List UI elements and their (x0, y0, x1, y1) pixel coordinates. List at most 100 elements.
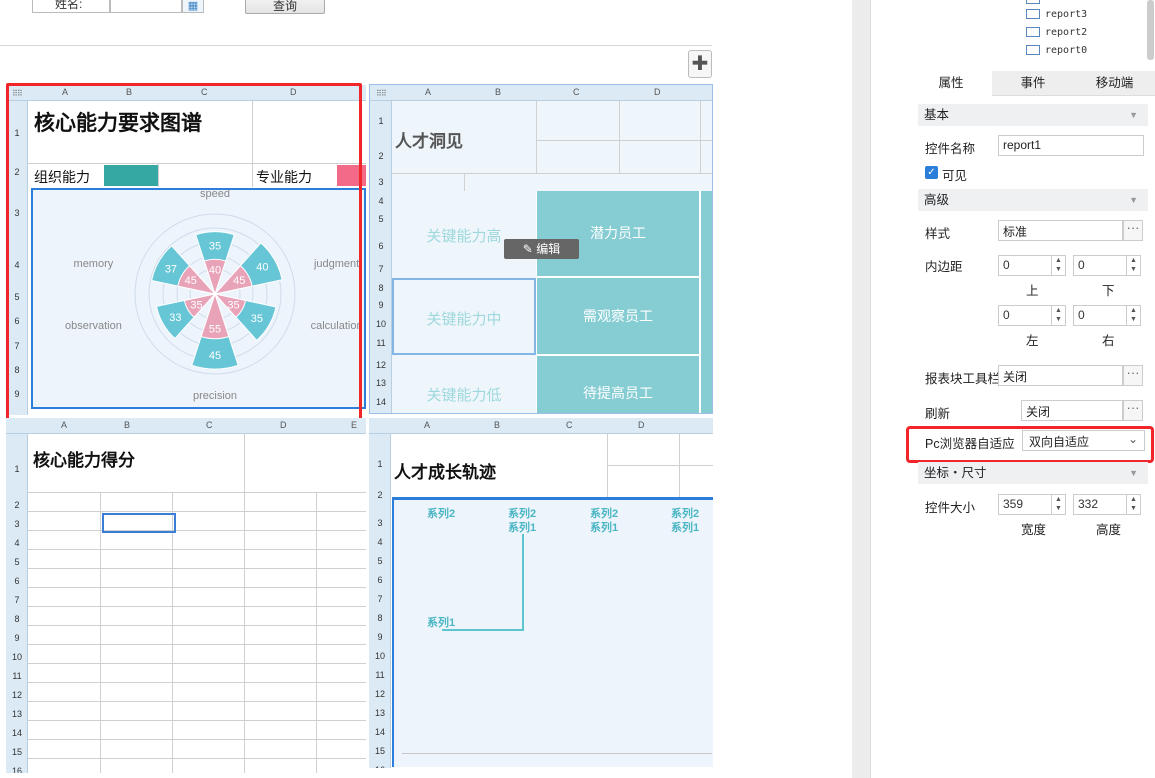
selected-cell[interactable] (102, 513, 176, 533)
col-d: D (638, 420, 645, 430)
height-label: 高度 (1096, 523, 1122, 537)
observe-cell[interactable]: 需观察员工 (537, 278, 699, 354)
row-num: 12 (374, 689, 385, 699)
grid-line (28, 739, 366, 740)
grid-line (28, 568, 366, 569)
more-icon[interactable]: ··· (1123, 400, 1143, 421)
grid-line (28, 663, 366, 664)
tree-item-report0[interactable]: report0 (1026, 45, 1087, 56)
row-num: 8 (377, 613, 383, 623)
more-icon[interactable]: ··· (1123, 220, 1143, 241)
series-line (522, 534, 524, 631)
row-num: 10 (374, 651, 385, 661)
toolbar-label: 报表块工具栏 (925, 372, 1001, 386)
tree-item-report3[interactable]: report3 (1026, 9, 1087, 20)
report-block-4[interactable]: A B C D 12345678910111213141516 人才成长轨迹 系… (369, 418, 713, 768)
name-field[interactable]: report1 (998, 135, 1144, 156)
pad-right-spinner[interactable]: 0 ▲ ▼ (1073, 305, 1141, 326)
row-num: 11 (375, 670, 385, 680)
scrollbar[interactable] (1147, 0, 1154, 60)
series-label: 系列2 (671, 508, 700, 520)
visible-checkbox[interactable]: ✓ (925, 166, 938, 179)
section-advanced[interactable]: 高级 ▼ (918, 189, 1148, 211)
pad-top-spinner[interactable]: 0 ▲ ▼ (998, 255, 1066, 276)
grid-line (607, 434, 608, 497)
query-button[interactable]: 查询 (245, 0, 325, 14)
col-c: C (566, 420, 573, 430)
tab-events[interactable]: 事件 (993, 71, 1073, 96)
spin-value: 0 (1003, 308, 1010, 322)
grid-line (392, 173, 712, 174)
pad-left-spinner[interactable]: 0 ▲ ▼ (998, 305, 1066, 326)
refresh-field[interactable]: 关闭 (1021, 400, 1123, 421)
block-title: 人才洞见 (395, 132, 463, 151)
tree-label: report2 (1045, 27, 1088, 38)
spinner-arrows-icon[interactable]: ▲ ▼ (1126, 256, 1140, 275)
series-label: 系列1 (427, 617, 456, 629)
tree-item[interactable] (1026, 0, 1045, 5)
row-num: 11 (376, 338, 386, 348)
series-line (442, 629, 524, 631)
spinner-arrows-icon[interactable]: ▲ ▼ (1051, 306, 1065, 325)
row-header: 12345678910111213141516 (369, 434, 391, 768)
more-icon[interactable]: ··· (1123, 365, 1143, 386)
pad-bottom-spinner[interactable]: 0 ▲ ▼ (1073, 255, 1141, 276)
row-num: 16 (11, 766, 22, 773)
potential-cell[interactable]: 潜力员工 (537, 191, 699, 276)
tab-mobile[interactable]: 移动端 (1074, 71, 1155, 96)
row-num: 4 (377, 537, 383, 547)
row-num: 3 (378, 177, 384, 187)
improve-cell[interactable]: 待提高员工 (537, 356, 699, 413)
overflow-cell (701, 191, 712, 413)
series-label: 系列1 (590, 522, 619, 534)
growth-chart[interactable]: 系列2 系列2 系列1 系列2 系列1 系列2 系列1 系列1 (392, 497, 713, 767)
section-coord[interactable]: 坐标・尺寸 ▼ (918, 462, 1148, 484)
toolbar-field[interactable]: 关闭 (998, 365, 1123, 386)
spinner-arrows-icon[interactable]: ▲ ▼ (1126, 306, 1140, 325)
row-num: 5 (14, 557, 20, 567)
size-label: 控件大小 (925, 501, 976, 515)
grid-line (536, 101, 537, 174)
style-label: 样式 (925, 227, 951, 241)
grid-line (244, 492, 245, 773)
col-d: D (280, 420, 287, 430)
spin-value: 332 (1078, 497, 1099, 511)
spin-value: 359 (1003, 497, 1024, 511)
refresh-label: 刷新 (925, 407, 951, 421)
row-num: 14 (11, 728, 22, 738)
edit-button[interactable]: ✎ 编辑 (504, 239, 579, 259)
bottom-label: 下 (1102, 284, 1115, 298)
tree-label: report0 (1045, 45, 1088, 56)
row-header: 12345678910111213141516 (6, 434, 28, 773)
style-field[interactable]: 标准 (998, 220, 1123, 241)
series-label: 系列1 (671, 522, 700, 534)
grid (28, 434, 366, 773)
column-header: A B C D (369, 418, 713, 434)
report-block-3[interactable]: A B C D E 1 2 3 4 5 6 7 8 9 10 11 12 13 14 15 16 核心能力得分 (6, 418, 366, 773)
row-num: 8 (14, 614, 20, 624)
row-num: 14 (375, 397, 386, 407)
name-input[interactable] (110, 0, 182, 13)
spinner-arrows-icon[interactable]: ▲ ▼ (1126, 495, 1140, 514)
spinner-arrows-icon[interactable]: ▲ ▼ (1051, 256, 1065, 275)
col-a: A (424, 420, 431, 430)
drag-handle-icon[interactable]: ⠿⠿ (376, 89, 387, 98)
tree-item-report2[interactable]: report2 (1026, 27, 1087, 38)
series-label: 系列2 (508, 508, 537, 520)
row-num: 12 (375, 360, 386, 370)
section-basic[interactable]: 基本 ▼ (918, 104, 1148, 126)
column-header: A B C D (370, 85, 712, 101)
width-label: 宽度 (1021, 523, 1047, 537)
height-spinner[interactable]: 332 ▲ ▼ (1073, 494, 1141, 515)
tab-properties[interactable]: 属性 (910, 71, 992, 96)
highlight-box (6, 83, 362, 423)
grid-line (619, 101, 620, 174)
row-num: 9 (14, 633, 20, 643)
add-block-icon[interactable]: ✚ (688, 50, 712, 78)
chevron-down-icon: ▼ (1129, 468, 1138, 478)
spinner-arrows-icon[interactable]: ▲ ▼ (1051, 495, 1065, 514)
width-spinner[interactable]: 359 ▲ ▼ (998, 494, 1066, 515)
calendar-icon[interactable]: ▦ (182, 0, 204, 13)
row-num: 16 (369, 765, 391, 768)
grid-line (464, 173, 465, 191)
